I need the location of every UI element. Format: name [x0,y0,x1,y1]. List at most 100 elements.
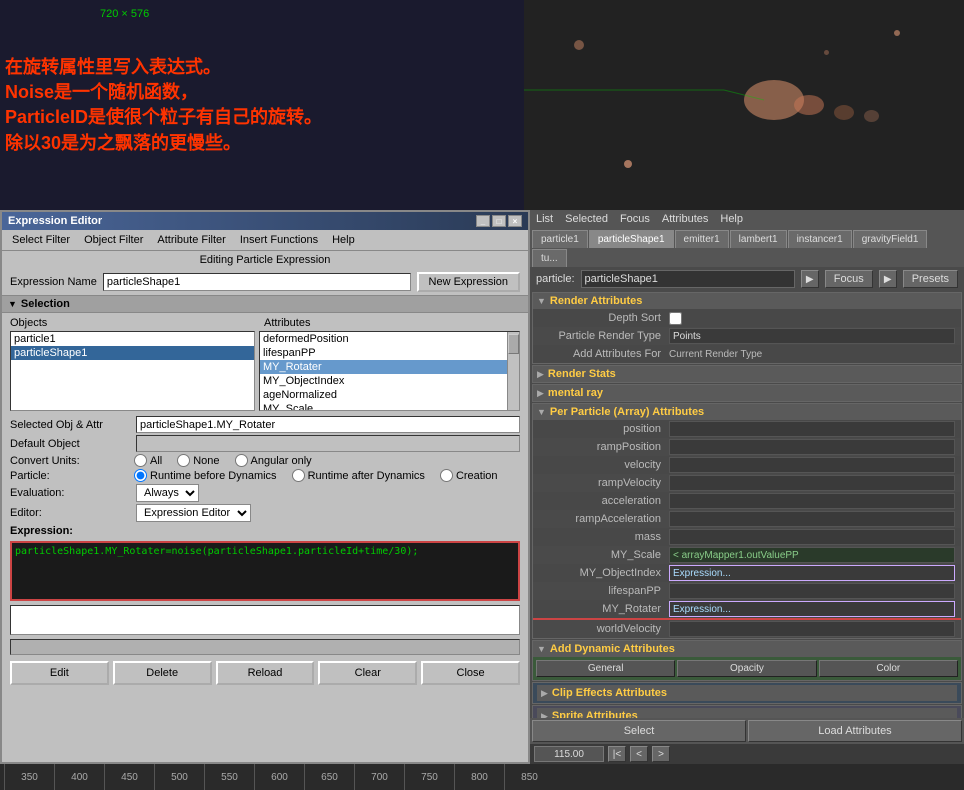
list-item[interactable]: particle1 [11,332,254,346]
reload-button[interactable]: Reload [216,661,315,685]
tab-tu[interactable]: tu... [532,249,567,267]
opacity-button[interactable]: Opacity [677,660,816,677]
attr-menu-list[interactable]: List [532,212,557,226]
list-item[interactable]: deformedPosition [260,332,519,346]
close-btn[interactable]: × [508,215,522,227]
menu-select-filter[interactable]: Select Filter [6,232,76,248]
lifespan-pp-input[interactable] [669,583,955,599]
selection-section-header[interactable]: ▼ Selection [2,295,528,313]
frame-number-input[interactable] [534,746,604,762]
acceleration-input[interactable] [669,493,955,509]
maximize-btn[interactable]: □ [492,215,506,227]
my-rotater-input[interactable] [669,601,955,617]
attr-menu-attributes[interactable]: Attributes [658,212,712,226]
expression-name-input[interactable] [103,273,411,291]
color-button[interactable]: Color [819,660,958,677]
add-dynamic-header[interactable]: ▼ Add Dynamic Attributes [533,641,961,657]
ramp-velocity-input[interactable] [669,475,955,491]
particle-render-type-input[interactable] [669,328,955,344]
attributes-listbox[interactable]: deformedPosition lifespanPP MY_Rotater M… [259,331,520,411]
default-obj-input[interactable] [136,435,520,452]
editor-select[interactable]: Expression Editor [136,504,251,522]
world-velocity-input[interactable] [669,621,955,637]
evaluation-select[interactable]: Always [136,484,199,502]
edit-button[interactable]: Edit [10,661,109,685]
load-attributes-button[interactable]: Load Attributes [748,720,962,742]
list-item-highlighted[interactable]: MY_Rotater [260,360,519,374]
acceleration-row: acceleration [533,492,961,510]
new-expression-button[interactable]: New Expression [417,272,520,292]
focus-button[interactable]: Focus [825,270,873,288]
list-item-selected[interactable]: particleShape1 [11,346,254,360]
attr-menu-help[interactable]: Help [716,212,747,226]
attr-menu-focus[interactable]: Focus [616,212,654,226]
tab-lambert1[interactable]: lambert1 [730,230,787,248]
list-item[interactable]: MY_Scale [260,402,519,411]
list-item[interactable]: lifespanPP [260,346,519,360]
particle-icon-btn2[interactable]: ▶ [879,270,897,288]
particle-render-type-row: Particle Render Type [533,327,961,345]
particle-name-input[interactable] [581,270,795,288]
tab-instancer1[interactable]: instancer1 [788,230,852,248]
radio-angular[interactable]: Angular only [235,454,312,467]
section-triangle: ▼ [8,299,17,309]
nav-prev-btn[interactable]: < [630,746,648,762]
minimize-btn[interactable]: _ [476,215,490,227]
mass-input[interactable] [669,529,955,545]
section-expand-icon4: ▼ [537,407,546,417]
selected-obj-input[interactable] [136,416,520,433]
clear-button[interactable]: Clear [318,661,417,685]
clip-effects-header[interactable]: ▶ Clip Effects Attributes [537,685,957,701]
world-velocity-row: worldVelocity [533,620,961,638]
presets-button[interactable]: Presets [903,270,958,288]
menu-insert-functions[interactable]: Insert Functions [234,232,324,248]
menu-attribute-filter[interactable]: Attribute Filter [151,232,231,248]
radio-runtime-after[interactable]: Runtime after Dynamics [292,469,425,482]
dialog-controls[interactable]: _ □ × [476,215,522,227]
nav-first-btn[interactable]: |< [608,746,626,762]
tab-gravityfield1[interactable]: gravityField1 [853,230,928,248]
objects-listbox[interactable]: particle1 particleShape1 [10,331,255,411]
velocity-input[interactable] [669,457,955,473]
ramp-accel-input[interactable] [669,511,955,527]
add-dynamic-title: Add Dynamic Attributes [550,643,675,655]
close-dialog-button[interactable]: Close [421,661,520,685]
radio-runtime-before[interactable]: Runtime before Dynamics [134,469,277,482]
per-particle-header[interactable]: ▼ Per Particle (Array) Attributes [533,404,961,420]
attr-menu-selected[interactable]: Selected [561,212,612,226]
my-objectindex-input[interactable] [669,565,955,581]
menu-help[interactable]: Help [326,232,361,248]
list-item[interactable]: ageNormalized [260,388,519,402]
my-scale-input[interactable] [669,547,955,563]
tab-particleshape1[interactable]: particleShape1 [589,230,674,248]
position-input[interactable] [669,421,955,437]
mental-ray-header[interactable]: ▶ mental ray [533,385,961,401]
expression-label: Expression: [2,523,528,539]
ruler-mark-450: 450 [104,764,154,790]
radio-all[interactable]: All [134,454,162,467]
scrollbar-thumb[interactable] [508,334,519,354]
depth-sort-checkbox[interactable] [669,312,682,325]
particle-eval-row: Particle: Runtime before Dynamics Runtim… [2,468,528,483]
tab-emitter1[interactable]: emitter1 [675,230,729,248]
list-item[interactable]: MY_ObjectIndex [260,374,519,388]
delete-button[interactable]: Delete [113,661,212,685]
particle-render-type-label: Particle Render Type [539,330,669,342]
menu-object-filter[interactable]: Object Filter [78,232,149,248]
render-attributes-header[interactable]: ▼ Render Attributes [533,293,961,309]
select-button[interactable]: Select [532,720,746,742]
ramp-position-input[interactable] [669,439,955,455]
render-stats-header[interactable]: ▶ Render Stats [533,366,961,382]
tab-particle1[interactable]: particle1 [532,230,588,248]
editor-row: Editor: Expression Editor [2,503,528,523]
radio-none[interactable]: None [177,454,219,467]
attr-tab-bar: particle1 particleShape1 emitter1 lamber… [530,228,964,267]
nav-next-btn[interactable]: > [652,746,670,762]
general-button[interactable]: General [536,660,675,677]
section-label: Selection [21,298,70,310]
radio-creation[interactable]: Creation [440,469,498,482]
particle-icon-btn1[interactable]: ▶ [801,270,819,288]
expression-textarea[interactable]: particleShape1.MY_Rotater=noise(particle… [10,541,520,601]
attrs-scrollbar[interactable] [507,332,519,410]
sprite-header[interactable]: ▶ Sprite Attributes [537,708,957,718]
